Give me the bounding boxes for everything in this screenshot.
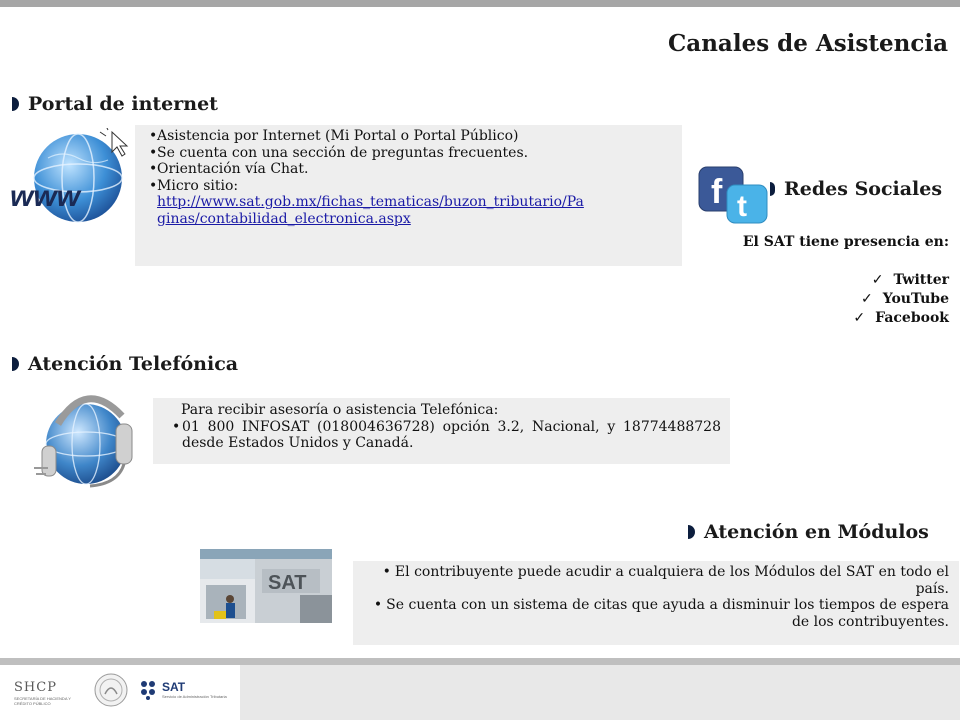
portal-heading-label: Portal de internet	[28, 93, 218, 115]
telefonica-intro: Para recibir asesoría o asistencia Telef…	[181, 402, 499, 418]
redes-list: ✓ Twitter ✓ YouTube ✓ Facebook	[853, 271, 949, 328]
section-marker-icon	[770, 182, 775, 196]
facebook-letter: f	[711, 173, 723, 211]
link-line-2: ginas/contabilidad_electronica.aspx	[157, 210, 411, 227]
sat-dots-icon	[141, 681, 155, 700]
modulos-list: • El contribuyente puede acudir a cualqui…	[363, 564, 949, 630]
twitter-letter: t	[737, 190, 747, 223]
list-item: ✓ Facebook	[853, 310, 949, 326]
mexico-seal-icon	[94, 673, 128, 707]
check-icon: ✓	[871, 272, 884, 288]
www-text: www	[10, 180, 82, 213]
top-bar	[0, 0, 960, 7]
telefonica-info-box: Para recibir asesoría o asistencia Telef…	[153, 398, 730, 464]
list-item: • El contribuyente puede acudir a cualqui…	[382, 564, 949, 597]
portal-info-box: Asistencia por Internet (Mi Portal o Por…	[135, 125, 682, 266]
section-marker-icon	[12, 97, 19, 111]
telefonica-list: 01 800 INFOSAT (018004636728) opción 3.2…	[162, 419, 721, 452]
globe-www-icon: www	[10, 128, 129, 223]
photo-sign: SAT	[268, 572, 307, 594]
link-line-1: http://www.sat.gob.mx/fichas_tematicas/b…	[157, 194, 584, 210]
list-item: ✓ YouTube	[860, 291, 949, 307]
telefonica-heading-label: Atención Telefónica	[28, 353, 239, 375]
sat-subtitle: Servicio de Administración Tributaria	[162, 694, 227, 699]
globe-headset-icon	[34, 395, 133, 488]
list-item: • Se cuenta con un sistema de citas que a…	[373, 597, 949, 630]
list-item: Se cuenta con una sección de preguntas f…	[149, 145, 682, 162]
modulos-heading: Atención en Módulos	[688, 521, 929, 543]
check-icon: ✓	[853, 310, 866, 326]
sat-module-photo: SAT	[200, 549, 332, 623]
list-item: Micro sitio:	[149, 178, 682, 195]
list-item: ✓ Twitter	[871, 272, 949, 288]
facebook-twitter-icon: f t	[698, 166, 768, 224]
modulos-info-box: • El contribuyente puede acudir a cualqui…	[353, 561, 959, 645]
shcp-subtitle: SECRETARÍA DE HACIENDA Y CRÉDITO PÚBLICO	[14, 696, 71, 706]
list-item: Asistencia por Internet (Mi Portal o Por…	[149, 128, 682, 145]
footer-bar	[0, 658, 960, 665]
section-marker-icon	[12, 357, 19, 371]
check-icon: ✓	[860, 291, 873, 307]
portal-heading: Portal de internet	[12, 93, 218, 115]
list-item: Orientación vía Chat.	[149, 161, 682, 178]
micro-site-link[interactable]: http://www.sat.gob.mx/fichas_tematicas/b…	[149, 194, 682, 227]
section-marker-icon	[688, 525, 695, 539]
telefonica-heading: Atención Telefónica	[12, 353, 238, 375]
redes-intro: El SAT tiene presencia en:	[742, 234, 949, 250]
sat-logo: SAT	[162, 680, 186, 694]
redes-heading: Redes Sociales	[770, 178, 942, 200]
page-title: Canales de Asistencia	[668, 30, 948, 57]
shcp-logo: SHCP	[14, 680, 57, 695]
list-item: 01 800 INFOSAT (018004636728) opción 3.2…	[162, 419, 721, 452]
redes-heading-label: Redes Sociales	[784, 178, 943, 200]
modulos-heading-label: Atención en Módulos	[704, 521, 929, 543]
portal-list: Asistencia por Internet (Mi Portal o Por…	[149, 128, 682, 194]
